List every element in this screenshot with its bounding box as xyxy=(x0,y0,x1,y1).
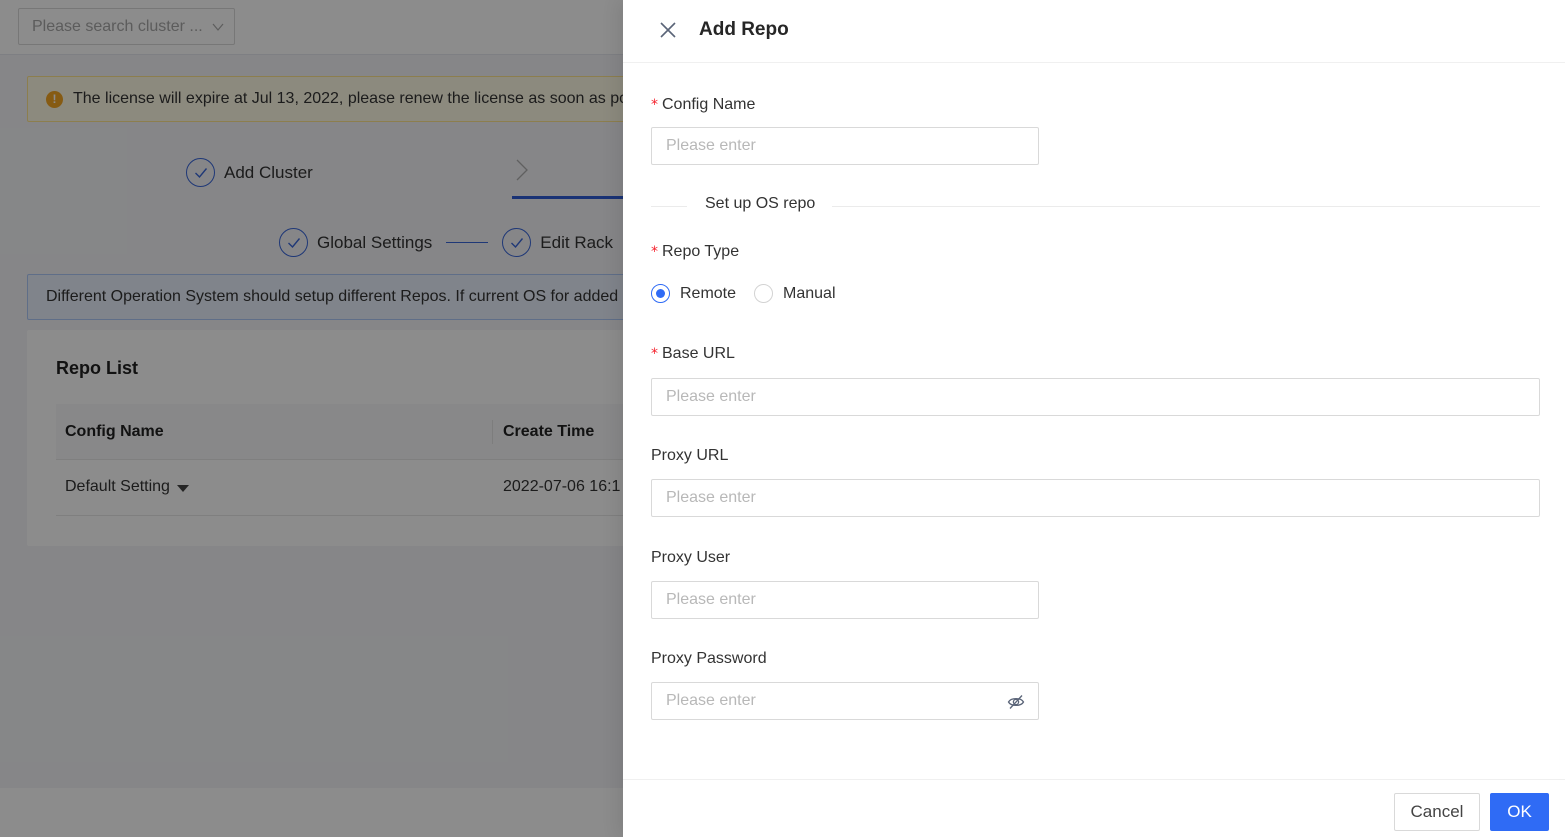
radio-checked-icon[interactable] xyxy=(651,284,670,303)
section-divider-text: Set up OS repo xyxy=(705,195,816,212)
proxy-password-input[interactable] xyxy=(651,682,1039,720)
ok-button[interactable]: OK xyxy=(1490,793,1549,831)
divider-line xyxy=(832,206,1540,207)
add-repo-drawer: Add Repo *Config Name Set up OS repo *Re… xyxy=(623,0,1565,837)
eye-invisible-icon[interactable] xyxy=(1007,693,1025,711)
proxy-user-input[interactable] xyxy=(651,581,1039,619)
repo-type-label: * Repo Type xyxy=(651,243,739,261)
radio-label: Remote xyxy=(680,284,737,302)
config-name-label: * Config Name xyxy=(651,96,755,114)
repo-type-radio-group: Remote Manual xyxy=(651,284,854,303)
proxy-url-input[interactable] xyxy=(651,479,1540,517)
divider-line xyxy=(651,206,687,207)
base-url-label-text: Base URL xyxy=(662,345,735,362)
required-asterisk: * xyxy=(651,97,658,113)
required-asterisk: * xyxy=(651,244,658,260)
proxy-user-label: Proxy User xyxy=(651,549,731,566)
drawer-title: Add Repo xyxy=(699,19,789,40)
radio-unchecked-icon[interactable] xyxy=(754,284,774,303)
drawer-header: Add Repo xyxy=(623,0,1565,63)
radio-manual[interactable]: Manual xyxy=(754,284,836,303)
base-url-input[interactable] xyxy=(651,378,1540,416)
proxy-password-label: Proxy Password xyxy=(651,650,767,667)
required-asterisk: * xyxy=(651,346,658,362)
section-divider: Set up OS repo xyxy=(651,195,1540,212)
cancel-button[interactable]: Cancel xyxy=(1394,793,1480,831)
radio-label: Manual xyxy=(783,284,836,302)
config-name-input[interactable] xyxy=(651,127,1039,165)
radio-remote[interactable]: Remote xyxy=(651,284,736,303)
base-url-label: * Base URL xyxy=(651,345,735,363)
close-icon[interactable] xyxy=(658,20,678,40)
proxy-url-label: Proxy URL xyxy=(651,447,729,464)
drawer-footer: Cancel OK xyxy=(623,779,1565,837)
config-name-label-text: Config Name xyxy=(662,96,756,113)
repo-type-label-text: Repo Type xyxy=(662,243,740,260)
